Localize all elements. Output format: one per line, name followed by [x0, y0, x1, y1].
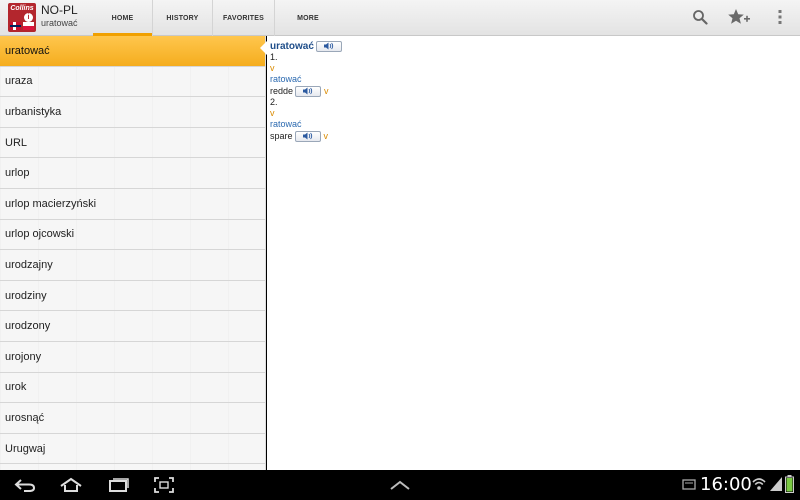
translation-sound-button[interactable]	[294, 130, 321, 142]
home-button[interactable]	[58, 475, 84, 495]
entry-panel: uratować 1. v ratować redde v 2. v ratow…	[267, 36, 800, 470]
norway-flag-icon	[10, 22, 21, 30]
word-list[interactable]: uratować uraza urbanistyka URL urlop url…	[0, 36, 266, 470]
translation-word[interactable]: redde	[270, 86, 293, 97]
chevron-up-icon	[390, 480, 410, 490]
recent-apps-icon	[109, 478, 129, 492]
list-item[interactable]: urlop ojcowski	[0, 220, 265, 251]
tab-home[interactable]: HOME	[93, 0, 153, 36]
star-plus-icon	[728, 9, 750, 24]
screenshot-icon	[154, 477, 174, 493]
translation-pos: v	[324, 85, 329, 96]
list-item[interactable]: urodzony	[0, 311, 265, 342]
search-icon	[693, 10, 708, 25]
list-item[interactable]: urosnąć	[0, 403, 265, 434]
selection-pointer	[260, 41, 267, 55]
app-title: NO-PL	[41, 3, 78, 17]
app-subtitle: uratować	[41, 18, 78, 28]
list-item[interactable]: urbanistyka	[0, 97, 265, 128]
system-bar: 16:00	[0, 470, 800, 500]
status-clock: 16:00	[700, 474, 752, 495]
speaker-icon	[302, 132, 312, 140]
translation-head[interactable]: ratować	[270, 74, 797, 85]
overflow-menu-icon	[778, 10, 782, 24]
list-item[interactable]: Urugwaj	[0, 434, 265, 465]
app-logo-badge: i	[24, 13, 33, 22]
screenshot-button[interactable]	[151, 475, 177, 495]
home-icon	[60, 477, 82, 492]
add-favorite-button[interactable]	[728, 6, 750, 28]
speaker-icon	[323, 42, 334, 50]
app-logo-icon[interactable]: Collins i	[8, 3, 36, 32]
list-item[interactable]: urok	[0, 373, 265, 404]
tab-more[interactable]: MORE	[275, 0, 341, 36]
sense-pos: v	[270, 63, 275, 73]
list-item[interactable]: urodzajny	[0, 250, 265, 281]
list-item[interactable]: urojony	[0, 342, 265, 373]
screen: Collins i NO-PL uratować HOME HISTORY FA…	[0, 0, 800, 500]
action-bar: Collins i NO-PL uratować HOME HISTORY FA…	[0, 0, 800, 36]
notification-icon[interactable]	[682, 478, 696, 496]
search-button[interactable]	[689, 6, 711, 28]
poland-flag-icon	[23, 22, 34, 30]
speaker-icon	[303, 87, 313, 95]
translation-sound-button[interactable]	[295, 85, 322, 97]
wifi-icon	[752, 477, 766, 496]
sense-number: 2.	[270, 97, 278, 107]
entry-headword: uratować	[270, 40, 314, 52]
list-item[interactable]: urlop	[0, 158, 265, 189]
translation-word[interactable]: spare	[270, 131, 293, 142]
tab-history[interactable]: HISTORY	[153, 0, 213, 36]
recent-apps-button[interactable]	[105, 475, 131, 495]
sense-number: 1.	[270, 52, 278, 62]
translation-head[interactable]: ratować	[270, 119, 797, 130]
list-item[interactable]: URL	[0, 128, 265, 159]
expand-up-button[interactable]	[387, 475, 413, 495]
headword-sound-button[interactable]	[315, 40, 342, 52]
battery-icon	[785, 475, 794, 498]
list-item[interactable]: uratować	[0, 36, 265, 67]
app-logo-brand: Collins	[10, 5, 34, 12]
list-item[interactable]: uraza	[0, 67, 265, 98]
overflow-menu-button[interactable]	[769, 6, 791, 28]
translation-pos: v	[323, 130, 329, 141]
back-button[interactable]	[12, 475, 38, 495]
list-item[interactable]: urlop macierzyński	[0, 189, 265, 220]
back-icon	[14, 479, 36, 492]
list-item[interactable]: urodziny	[0, 281, 265, 312]
tab-favorites[interactable]: FAVORITES	[213, 0, 275, 36]
signal-icon	[770, 477, 782, 496]
sense-pos: v	[270, 108, 275, 118]
tab-bar: HOME HISTORY FAVORITES MORE	[93, 0, 341, 36]
